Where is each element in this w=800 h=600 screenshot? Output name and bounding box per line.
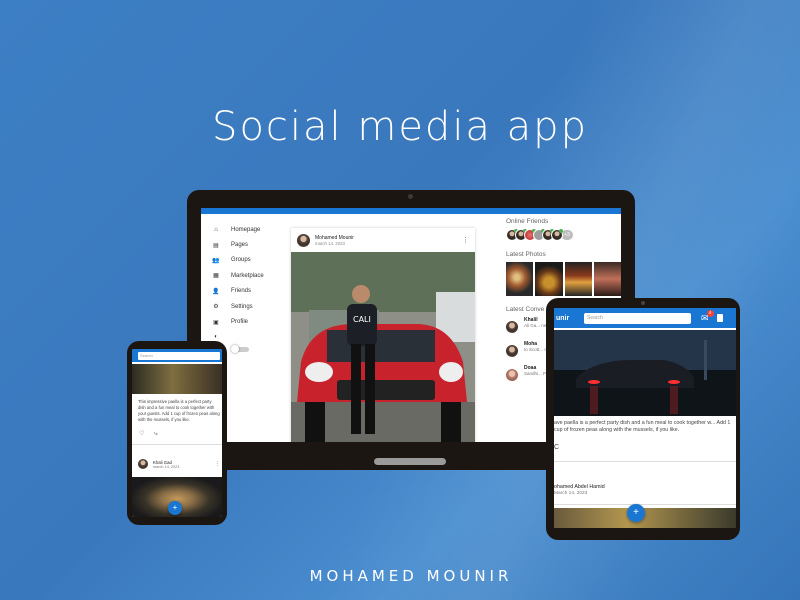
laptop-camera: [408, 194, 413, 199]
sidebar: ⌂ Homepage ▤ Pages 👥 Groups ▦ Marketplac…: [209, 222, 289, 354]
sidebar-item-homepage[interactable]: ⌂ Homepage: [209, 222, 289, 237]
latest-photos-grid: [506, 262, 621, 296]
tablet-device: unir Search ✉ 4 ave paella is a perfect …: [546, 298, 740, 540]
hero-title: Social media app: [212, 104, 588, 150]
online-friends-title: Online Friends: [506, 218, 549, 225]
avatar: [506, 369, 518, 381]
settings-icon: ⚙: [213, 304, 219, 311]
post-photo: [132, 364, 222, 394]
post-actions: ♡ ⤷: [139, 430, 157, 438]
divider: [554, 504, 736, 505]
add-post-button[interactable]: +: [168, 501, 182, 515]
post-date: March 14, 2023: [554, 491, 588, 496]
friends-icon: 👤: [212, 288, 220, 295]
moon-icon: ◐: [214, 334, 218, 341]
friend-avatar[interactable]: [551, 229, 563, 241]
latest-photo[interactable]: [506, 262, 534, 296]
post-meta: Mohamed Mounir march 14, 2023: [315, 235, 462, 246]
night-car-illustration: [554, 330, 736, 416]
like-icon[interactable]: ♡: [139, 431, 144, 437]
dark-mode-toggle[interactable]: [231, 345, 249, 354]
post-description: This impressive paella is a perfect part…: [138, 399, 220, 422]
tablet-topbar: unir Search ✉ 4: [554, 308, 736, 328]
search-input[interactable]: Search: [138, 351, 220, 360]
sidebar-item-groups[interactable]: 👥 Groups: [209, 253, 289, 268]
svg-text:CALI: CALI: [353, 315, 371, 324]
latest-photo[interactable]: [535, 262, 563, 296]
post-author[interactable]: ohamed Abdel Hamid: [554, 484, 605, 490]
phone-device: Search This impressive paella is a perfe…: [127, 341, 227, 525]
post-actions[interactable]: C: [554, 444, 559, 451]
mail-icon[interactable]: ✉ 4: [701, 309, 714, 323]
latest-photo[interactable]: [564, 262, 592, 296]
app-brand[interactable]: unir: [556, 315, 584, 322]
avatar[interactable]: [138, 459, 148, 469]
more-options-icon[interactable]: ⋮: [215, 461, 220, 467]
post-date: march 14, 2023: [315, 240, 345, 246]
avatar: [506, 321, 518, 333]
sidebar-item-settings[interactable]: ⚙ Settings: [209, 299, 289, 314]
avatar: [506, 345, 518, 357]
sidebar-item-pages[interactable]: ▤ Pages: [209, 237, 289, 252]
sidebar-item-label: Marketplace: [231, 272, 264, 279]
add-post-button[interactable]: +: [627, 504, 645, 522]
groups-icon: 👥: [212, 257, 220, 264]
latest-photos-title: Latest Photos: [506, 251, 546, 258]
divider: [132, 444, 222, 445]
tablet-screen: unir Search ✉ 4 ave paella is a perfect …: [554, 308, 736, 528]
share-icon[interactable]: ⤷: [154, 431, 157, 437]
avatar[interactable]: [297, 233, 310, 247]
sidebar-item-marketplace[interactable]: ▦ Marketplace: [209, 268, 289, 283]
post-photo: [554, 330, 736, 416]
online-friends-list: +3: [506, 229, 621, 241]
post-date: march 14, 2023: [153, 464, 180, 469]
sidebar-item-label: Pages: [231, 242, 249, 249]
search-input[interactable]: Search: [584, 312, 691, 324]
laptop-app-topbar: [201, 208, 621, 214]
sidebar-item-label: Profile: [231, 319, 249, 326]
profile-icon: ▣: [213, 319, 219, 326]
post-photo: CALI: [291, 252, 475, 442]
divider: [554, 461, 736, 462]
laptop-notch: [374, 458, 446, 465]
post-description: ave paella is a perfect party dish and a…: [554, 420, 731, 434]
sidebar-item-label: Settings: [231, 303, 253, 310]
post-card: Mohamed Mounir march 14, 2023 ⋮ CALI: [291, 228, 475, 442]
mail-badge: 4: [706, 309, 714, 317]
sidebar-item-label: Homepage: [231, 226, 261, 233]
author-credit: MOHAMED MOUNIR: [309, 567, 513, 585]
post-header: Mohamed Mounir march 14, 2023 ⋮: [291, 228, 475, 252]
post-photo-illustration: CALI: [291, 252, 475, 442]
post-header: Khali Gad march 14, 2023 ⋮: [138, 459, 220, 469]
phone-topbar: Search: [132, 349, 222, 362]
profile-menu-icon[interactable]: [716, 314, 723, 322]
marketplace-icon: ▦: [213, 273, 219, 280]
sidebar-item-friends[interactable]: 👤 Friends: [209, 284, 289, 299]
pages-icon: ▤: [213, 242, 219, 249]
sidebar-item-label: Groups: [231, 257, 251, 264]
home-icon: ⌂: [214, 226, 218, 233]
more-options-icon[interactable]: ⋮: [462, 237, 469, 244]
sidebar-item-profile[interactable]: ▣ Profile: [209, 314, 289, 329]
post-photo: [554, 508, 736, 528]
phone-screen: Search This impressive paella is a perfe…: [132, 349, 222, 517]
tablet-camera: [641, 301, 645, 305]
latest-photo[interactable]: [593, 262, 621, 296]
sidebar-item-label: Friends: [231, 288, 252, 295]
